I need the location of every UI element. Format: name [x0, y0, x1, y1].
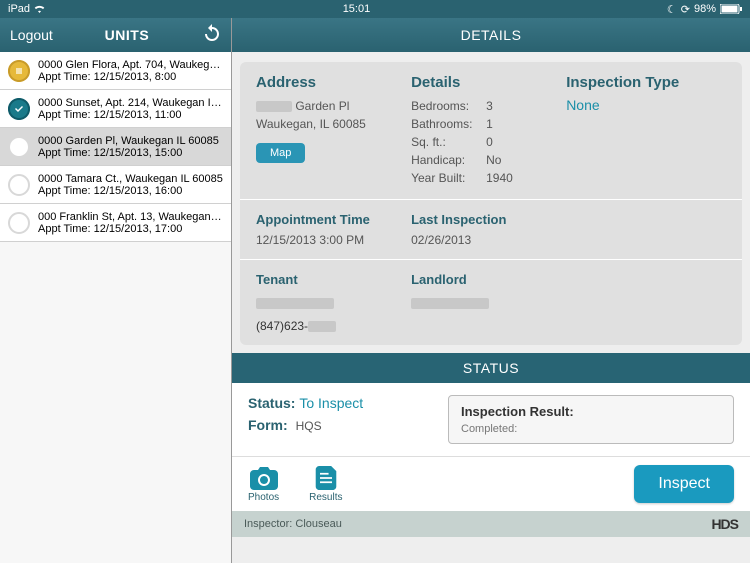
footer: Inspector: Clouseau HDS — [232, 511, 750, 537]
battery-icon — [720, 4, 742, 14]
detail-row: Year Built:1940 — [411, 169, 566, 187]
action-bar: Photos Results Inspect — [232, 456, 750, 511]
address-line1: Garden Pl — [256, 97, 411, 115]
detail-row: Handicap:No — [411, 151, 566, 169]
device-label: iPad — [8, 3, 30, 15]
landlord-label: Landlord — [411, 272, 726, 287]
unit-title: 0000 Glen Flora, Apt. 704, Waukegan... — [38, 59, 223, 71]
unit-subtitle: Appt Time: 12/15/2013, 15:00 — [38, 147, 223, 159]
unit-item[interactable]: 0000 Garden Pl, Waukegan IL 60085Appt Ti… — [0, 128, 231, 166]
hds-logo: HDS — [711, 516, 738, 532]
unit-subtitle: Appt Time: 12/15/2013, 16:00 — [38, 185, 223, 197]
inspection-type-label: Inspection Type — [566, 74, 721, 91]
detail-key: Handicap: — [411, 151, 486, 169]
wifi-icon — [33, 4, 46, 14]
logout-button[interactable]: Logout — [10, 27, 53, 43]
detail-value: 3 — [486, 97, 493, 115]
sidebar-title: UNITS — [53, 27, 201, 43]
address-line2: Waukegan, IL 60085 — [256, 115, 411, 133]
unit-title: 0000 Tamara Ct., Waukegan IL 60085 — [38, 173, 223, 185]
refresh-button[interactable] — [201, 24, 221, 47]
unit-title: 0000 Garden Pl, Waukegan IL 60085 — [38, 135, 223, 147]
inspection-type-value[interactable]: None — [566, 97, 721, 113]
do-not-disturb-icon: ☾ — [667, 3, 677, 16]
detail-value: 0 — [486, 133, 493, 151]
form-value: HQS — [296, 419, 322, 433]
result-completed: Completed: — [461, 423, 721, 435]
inspector-label: Inspector: — [244, 518, 292, 530]
main-panel: DETAILS Address Garden Pl Waukegan, IL 6… — [232, 18, 750, 563]
inspector-name: Clouseau — [295, 518, 341, 530]
tenant-label: Tenant — [256, 272, 411, 287]
detail-key: Bathrooms: — [411, 115, 486, 133]
unit-item[interactable]: 0000 Glen Flora, Apt. 704, Waukegan...Ap… — [0, 52, 231, 90]
unit-subtitle: Appt Time: 12/15/2013, 8:00 — [38, 71, 223, 83]
map-button[interactable]: Map — [256, 143, 305, 163]
form-label: Form: — [248, 417, 288, 433]
detail-row: Sq. ft.:0 — [411, 133, 566, 151]
detail-key: Bedrooms: — [411, 97, 486, 115]
unit-title: 000 Franklin St, Apt. 13, Waukegan IL... — [38, 211, 223, 223]
status-circle-icon — [8, 98, 30, 120]
status-value[interactable]: To Inspect — [299, 395, 363, 411]
status-circle-icon — [8, 60, 30, 82]
status-circle-icon — [8, 174, 30, 196]
details-card: Address Garden Pl Waukegan, IL 60085 Map… — [240, 62, 742, 345]
appointment-value: 12/15/2013 3:00 PM — [256, 233, 411, 247]
detail-row: Bathrooms:1 — [411, 115, 566, 133]
unit-subtitle: Appt Time: 12/15/2013, 17:00 — [38, 223, 223, 235]
sidebar-header: Logout UNITS — [0, 18, 231, 52]
unit-list[interactable]: 0000 Glen Flora, Apt. 704, Waukegan...Ap… — [0, 52, 231, 563]
details-header: DETAILS — [232, 18, 750, 52]
status-circle-icon — [8, 136, 30, 158]
status-section: Status: To Inspect Form: HQS Inspection … — [232, 383, 750, 456]
tenant-phone: (847)623- — [256, 319, 411, 333]
status-circle-icon — [8, 212, 30, 234]
last-inspection-value: 02/26/2013 — [411, 233, 726, 247]
battery-percent: 98% — [694, 3, 716, 15]
unit-item[interactable]: 0000 Sunset, Apt. 214, Waukegan IL...App… — [0, 90, 231, 128]
refresh-icon — [203, 24, 221, 42]
detail-row: Bedrooms:3 — [411, 97, 566, 115]
unit-item[interactable]: 000 Franklin St, Apt. 13, Waukegan IL...… — [0, 204, 231, 242]
unit-subtitle: Appt Time: 12/15/2013, 11:00 — [38, 109, 223, 121]
landlord-name-redacted — [411, 298, 489, 309]
unit-item[interactable]: 0000 Tamara Ct., Waukegan IL 60085Appt T… — [0, 166, 231, 204]
clock: 15:01 — [46, 3, 667, 15]
photos-button[interactable]: Photos — [248, 466, 279, 503]
results-button[interactable]: Results — [309, 466, 342, 503]
appointment-label: Appointment Time — [256, 212, 411, 227]
results-label: Results — [309, 492, 342, 503]
inspect-button[interactable]: Inspect — [634, 465, 734, 503]
camera-icon — [250, 466, 278, 490]
result-title: Inspection Result: — [461, 404, 721, 419]
detail-value: No — [486, 151, 501, 169]
detail-key: Sq. ft.: — [411, 133, 486, 151]
orientation-lock-icon: ⟳ — [681, 3, 690, 16]
sidebar: Logout UNITS 0000 Glen Flora, Apt. 704, … — [0, 18, 232, 563]
ios-status-bar: iPad 15:01 ☾ ⟳ 98% — [0, 0, 750, 18]
status-band: STATUS — [232, 353, 750, 383]
detail-value: 1 — [486, 115, 493, 133]
last-inspection-label: Last Inspection — [411, 212, 726, 227]
unit-title: 0000 Sunset, Apt. 214, Waukegan IL... — [38, 97, 223, 109]
address-label: Address — [256, 74, 411, 91]
document-icon — [312, 466, 340, 490]
detail-key: Year Built: — [411, 169, 486, 187]
status-label: Status: — [248, 395, 295, 411]
inspection-result-box: Inspection Result: Completed: — [448, 395, 734, 444]
detail-value: 1940 — [486, 169, 513, 187]
tenant-name-redacted — [256, 298, 334, 309]
details-kv-label: Details — [411, 74, 566, 91]
photos-label: Photos — [248, 492, 279, 503]
